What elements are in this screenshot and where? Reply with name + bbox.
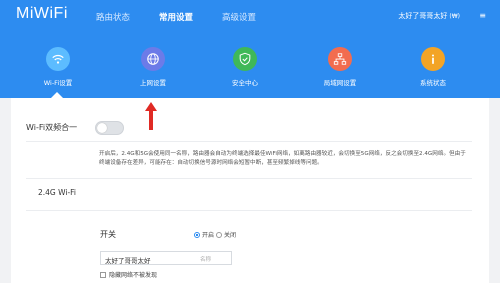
router-name: 太好了哥哥太好 xyxy=(398,12,448,20)
tile-security-center[interactable]: 安全中心 xyxy=(210,47,280,87)
shield-icon xyxy=(233,47,257,71)
settings-panel xyxy=(11,98,489,283)
divider xyxy=(26,210,472,211)
globe-icon xyxy=(141,47,165,71)
ssid-placeholder: 名称 xyxy=(199,257,211,263)
switch-label: 开关 xyxy=(100,230,116,239)
toggle-knob xyxy=(97,123,107,133)
nav-router-status[interactable]: 路由状态 xyxy=(96,11,130,23)
tile-internet-settings[interactable]: 上网设置 xyxy=(118,47,188,87)
tile-label: 上网设置 xyxy=(140,79,166,87)
ssid-input[interactable]: 太好了哥哥太好 名称 xyxy=(100,251,232,265)
section-title-2g: 2.4G Wi-Fi xyxy=(38,188,77,197)
checkbox-box xyxy=(100,271,106,278)
logo: MiWiFi xyxy=(16,5,68,22)
dual-band-description: 开启后，2.4G和5G会使用同一名称，路由器会自动为终端选择最佳WiFi网络，如… xyxy=(99,151,466,166)
nav-advanced-settings[interactable]: 高级设置 xyxy=(222,11,256,23)
tile-label: 系统状态 xyxy=(420,79,446,87)
tile-wifi-settings[interactable]: Wi-Fi设置 xyxy=(23,47,93,87)
radio-on-label: 开启 xyxy=(202,232,215,239)
radio-off-label: 关闭 xyxy=(224,232,237,239)
divider xyxy=(26,141,472,142)
hide-network-label: 隐藏网络不被发现 xyxy=(109,272,158,279)
divider xyxy=(26,178,472,179)
tile-label: 安全中心 xyxy=(232,79,258,87)
network-icon xyxy=(328,47,352,71)
top-nav: 路由状态 常用设置 高级设置 xyxy=(96,11,285,23)
hide-network-checkbox[interactable]: 隐藏网络不被发现 xyxy=(100,270,157,279)
ssid-value: 太好了哥哥太好 xyxy=(105,257,151,265)
radio-dot-selected xyxy=(194,231,200,238)
nav-common-settings[interactable]: 常用设置 xyxy=(159,11,193,23)
info-icon xyxy=(421,47,445,71)
router-suffix: (₩) xyxy=(449,13,460,20)
tile-system-status[interactable]: 系统状态 xyxy=(398,47,468,87)
dual-band-toggle[interactable] xyxy=(95,121,124,135)
tile-label: 局域网设置 xyxy=(323,79,357,87)
radio-dot xyxy=(216,231,222,238)
router-selector[interactable]: 太好了哥哥太好 (₩) xyxy=(398,11,460,21)
header: MiWiFi 路由状态 常用设置 高级设置 太好了哥哥太好 (₩) ≡ Wi-Fi… xyxy=(0,0,500,98)
radio-off[interactable]: 关闭 xyxy=(216,230,236,239)
active-tab-pointer xyxy=(51,92,63,98)
dual-band-title: Wi-Fi双频合一 xyxy=(26,123,78,132)
radio-on[interactable]: 开启 xyxy=(194,230,214,239)
wifi-icon xyxy=(46,47,70,71)
tile-label: Wi-Fi设置 xyxy=(43,79,73,87)
menu-icon[interactable]: ≡ xyxy=(479,11,486,20)
red-arrow-annotation xyxy=(145,102,157,130)
tile-lan-settings[interactable]: 局域网设置 xyxy=(305,47,375,87)
